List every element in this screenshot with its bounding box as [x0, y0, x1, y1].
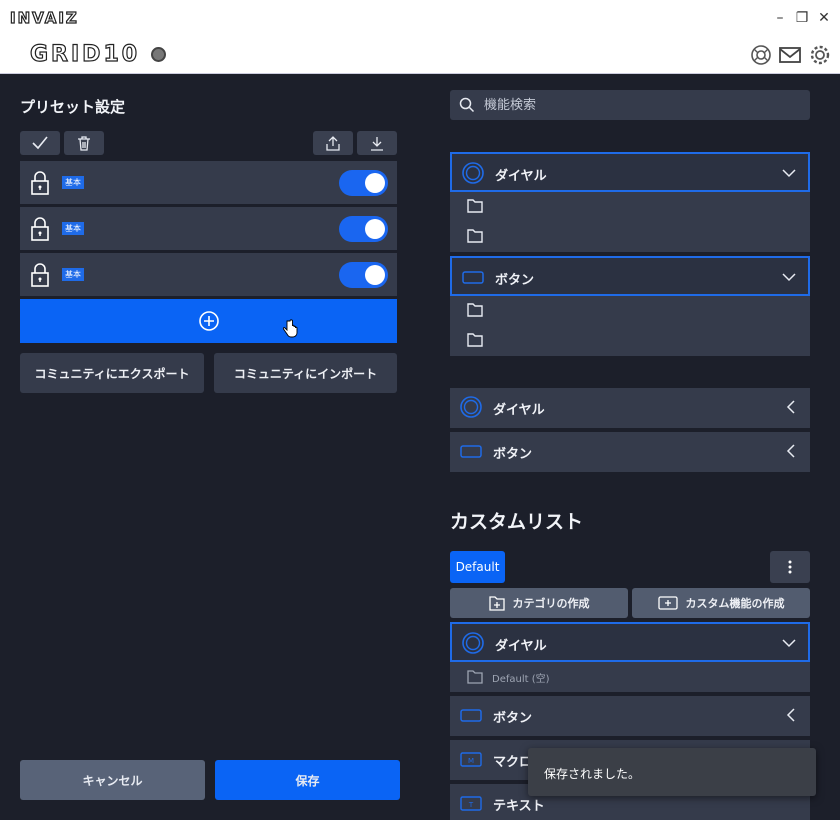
chevron-down-icon [782, 169, 796, 178]
dial-icon [460, 396, 482, 418]
category-label: ダイヤル [495, 639, 547, 654]
search-box [450, 90, 810, 120]
lock-icon [31, 217, 49, 241]
button-icon [462, 271, 484, 284]
dial-icon [462, 162, 484, 184]
preset-tag: 基本 [62, 176, 84, 189]
lock-icon [31, 171, 49, 195]
macro-icon: M [460, 752, 482, 767]
cancel-button[interactable]: キャンセル [20, 760, 205, 800]
tab-default[interactable]: Default [450, 551, 505, 583]
category-label: ボタン [493, 711, 533, 726]
hand-cursor-icon [282, 319, 298, 338]
create-category-label: カテゴリの作成 [512, 597, 590, 610]
brand-logo: INVAIZ [9, 8, 79, 27]
folder-icon [467, 670, 483, 684]
plus-circle-icon [199, 311, 219, 331]
category-label: マクロ [493, 755, 533, 770]
check-icon [32, 136, 48, 150]
category-button[interactable]: ボタン [450, 432, 810, 472]
export-community-button[interactable]: コミュニティにエクスポート [20, 353, 204, 393]
folder-plus-icon [488, 595, 505, 611]
connection-status-icon [151, 47, 166, 62]
category-label: ダイヤル [495, 169, 547, 184]
create-category-button[interactable]: カテゴリの作成 [450, 588, 628, 618]
mail-icon[interactable] [778, 44, 802, 66]
category-label: ボタン [495, 273, 535, 288]
category-button[interactable]: ボタン [450, 256, 810, 296]
close-button[interactable]: ✕ [816, 10, 832, 26]
folder-icon [467, 303, 483, 317]
folder-item[interactable] [450, 296, 810, 326]
add-preset-button[interactable] [20, 299, 397, 343]
chevron-left-icon [786, 444, 795, 458]
preset-enable-toggle[interactable] [339, 170, 388, 196]
preset-enable-toggle[interactable] [339, 216, 388, 242]
support-icon[interactable] [749, 44, 773, 66]
preset-settings-title: プリセット設定 [20, 98, 126, 116]
download-icon [371, 136, 383, 151]
svg-text:M: M [468, 757, 474, 765]
category-dial[interactable]: ダイヤル [450, 152, 810, 192]
preset-row[interactable]: 基本 [20, 253, 397, 296]
folder-icon [467, 333, 483, 347]
preset-row[interactable]: 基本 [20, 207, 397, 250]
category-dial[interactable]: ダイヤル [450, 388, 810, 428]
gear-icon[interactable] [808, 44, 832, 66]
default-folder-label: Default (空) [492, 674, 550, 685]
search-input[interactable] [484, 90, 804, 120]
chevron-down-icon [782, 639, 796, 648]
folder-item[interactable] [450, 222, 810, 252]
import-community-button[interactable]: コミュニティにインポート [214, 353, 397, 393]
product-logo: GRID10 [29, 41, 141, 67]
save-button[interactable]: 保存 [215, 760, 400, 800]
category-label: ダイヤル [493, 403, 545, 418]
download-preset-button[interactable] [357, 131, 397, 155]
toast-message: 保存されました。 [544, 767, 641, 781]
upload-icon [326, 135, 340, 151]
more-vertical-icon [788, 560, 792, 574]
preset-row[interactable]: 基本 [20, 161, 397, 204]
add-function-icon [657, 596, 678, 610]
share-preset-button[interactable] [313, 131, 353, 155]
svg-text:T: T [468, 801, 474, 809]
save-toast: 保存されました。 [528, 748, 816, 796]
text-icon: T [460, 796, 482, 811]
folder-item[interactable] [450, 326, 810, 356]
button-icon [460, 709, 482, 722]
chevron-down-icon [782, 273, 796, 282]
folder-item[interactable] [450, 192, 810, 222]
dial-icon [462, 632, 484, 654]
custom-list-title: カスタムリスト [450, 511, 584, 533]
folder-icon [467, 229, 483, 243]
chevron-left-icon [786, 400, 795, 414]
button-icon [460, 445, 482, 458]
maximize-button[interactable]: ❐ [794, 10, 810, 26]
preset-tag: 基本 [62, 222, 84, 235]
default-folder-item[interactable]: Default (空) [450, 662, 810, 692]
trash-icon [78, 135, 90, 151]
search-icon [459, 97, 475, 113]
preset-enable-toggle[interactable] [339, 262, 388, 288]
lock-icon [31, 263, 49, 287]
preset-tag: 基本 [62, 268, 84, 281]
apply-preset-button[interactable] [20, 131, 60, 155]
custom-category-button[interactable]: ボタン [450, 696, 810, 736]
folder-icon [467, 199, 483, 213]
custom-category-dial[interactable]: ダイヤル [450, 622, 810, 662]
chevron-left-icon [786, 708, 795, 722]
category-label: テキスト [493, 799, 545, 814]
more-options-button[interactable] [770, 551, 810, 583]
create-function-label: カスタム機能の作成 [685, 597, 785, 610]
delete-preset-button[interactable] [64, 131, 104, 155]
category-label: ボタン [493, 447, 533, 462]
minimize-button[interactable]: – [772, 10, 788, 26]
create-custom-function-button[interactable]: カスタム機能の作成 [632, 588, 810, 618]
